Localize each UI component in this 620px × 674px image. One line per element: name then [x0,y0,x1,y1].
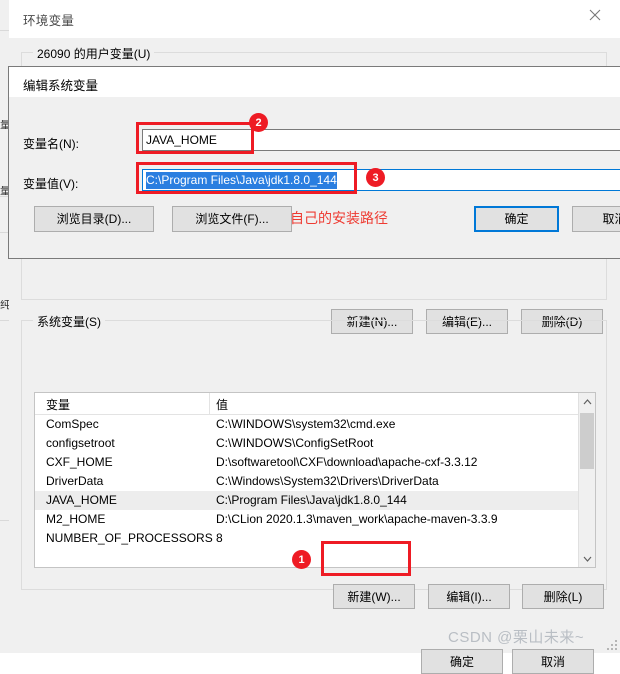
edit-dialog-ok-button[interactable]: 确定 [474,206,559,232]
scrollbar-thumb[interactable] [580,413,594,469]
variable-value-label: 变量值(V): [23,177,79,191]
variable-value-input-value: C:\Program Files\Java\jdk1.8.0_144 [146,171,337,189]
edit-dialog-title: 编辑系统变量 [23,79,99,93]
system-delete-button[interactable]: 删除(L) [522,584,604,609]
cell-variable-value: C:\Windows\System32\Drivers\DriverData [216,474,439,488]
user-variables-legend: 26090 的用户变量(U) [33,45,155,62]
list-header: 变量 值 [35,393,578,415]
table-row[interactable]: M2_HOME D:\CLion 2020.1.3\maven_work\apac… [35,510,578,529]
close-icon[interactable] [574,0,616,30]
cell-variable-value: C:\WINDOWS\ConfigSetRoot [216,436,374,450]
system-edit-button[interactable]: 编辑(I)... [428,584,510,609]
variable-value-input[interactable]: C:\Program Files\Java\jdk1.8.0_144 [142,169,620,191]
cell-variable-name: ComSpec [46,417,99,431]
table-row[interactable]: DriverData C:\Windows\System32\Drivers\Dr… [35,472,578,491]
cell-variable-name: DriverData [46,474,104,488]
cell-variable-name: configsetroot [46,436,115,450]
browse-file-button[interactable]: 浏览文件(F)... [172,206,292,232]
cell-variable-value: C:\WINDOWS\system32\cmd.exe [216,417,396,431]
system-new-button[interactable]: 新建(W)... [333,584,415,609]
variable-name-label: 变量名(N): [23,137,79,151]
list-scrollbar[interactable] [578,393,595,567]
system-variables-list[interactable]: 变量 值 ComSpec C:\WINDOWS\system32\cmd.exe c… [34,392,596,568]
chevron-down-icon[interactable] [579,550,595,567]
system-variables-legend: 系统变量(S) [33,313,105,330]
cell-variable-name: M2_HOME [46,512,106,526]
cell-variable-name: CXF_HOME [46,455,113,469]
table-row[interactable]: JAVA_HOME C:\Program Files\Java\jdk1.8.0_… [35,491,578,510]
cell-variable-value: D:\CLion 2020.1.3\maven_work\apache-mave… [216,512,498,526]
browse-directory-button[interactable]: 浏览目录(D)... [34,206,154,232]
cell-variable-value: 8 [216,531,223,545]
edit-system-variable-dialog: 编辑系统变量 变量名(N): JAVA_HOME 变量值(V): C:\Prog… [8,66,620,259]
edit-dialog-cancel-button[interactable]: 取消 [572,206,620,232]
edit-dialog-titlebar: 编辑系统变量 [9,67,620,97]
cell-variable-value: D:\softwaretool\CXF\download\apache-cxf-… [216,455,478,469]
column-header-variable[interactable]: 变量 [46,396,70,413]
column-header-value[interactable]: 值 [216,396,228,413]
table-row[interactable]: ComSpec C:\WINDOWS\system32\cmd.exe [35,415,578,434]
window-titlebar: 环境变量 [9,0,620,38]
list-rows: ComSpec C:\WINDOWS\system32\cmd.exe config… [35,415,578,548]
cell-variable-value: C:\Program Files\Java\jdk1.8.0_144 [216,493,407,507]
chevron-up-icon[interactable] [579,393,595,410]
table-row[interactable]: CXF_HOME D:\softwaretool\CXF\download\apa… [35,453,578,472]
cell-variable-name: JAVA_HOME [46,493,117,507]
table-row[interactable]: NUMBER_OF_PROCESSORS 8 [35,529,578,548]
variable-name-input[interactable]: JAVA_HOME [142,129,620,151]
table-row[interactable]: configsetroot C:\WINDOWS\ConfigSetRoot [35,434,578,453]
cell-variable-name: NUMBER_OF_PROCESSORS [46,531,213,545]
window-title: 环境变量 [23,14,75,28]
resize-grip[interactable] [606,639,617,650]
variable-name-input-value: JAVA_HOME [146,133,217,147]
